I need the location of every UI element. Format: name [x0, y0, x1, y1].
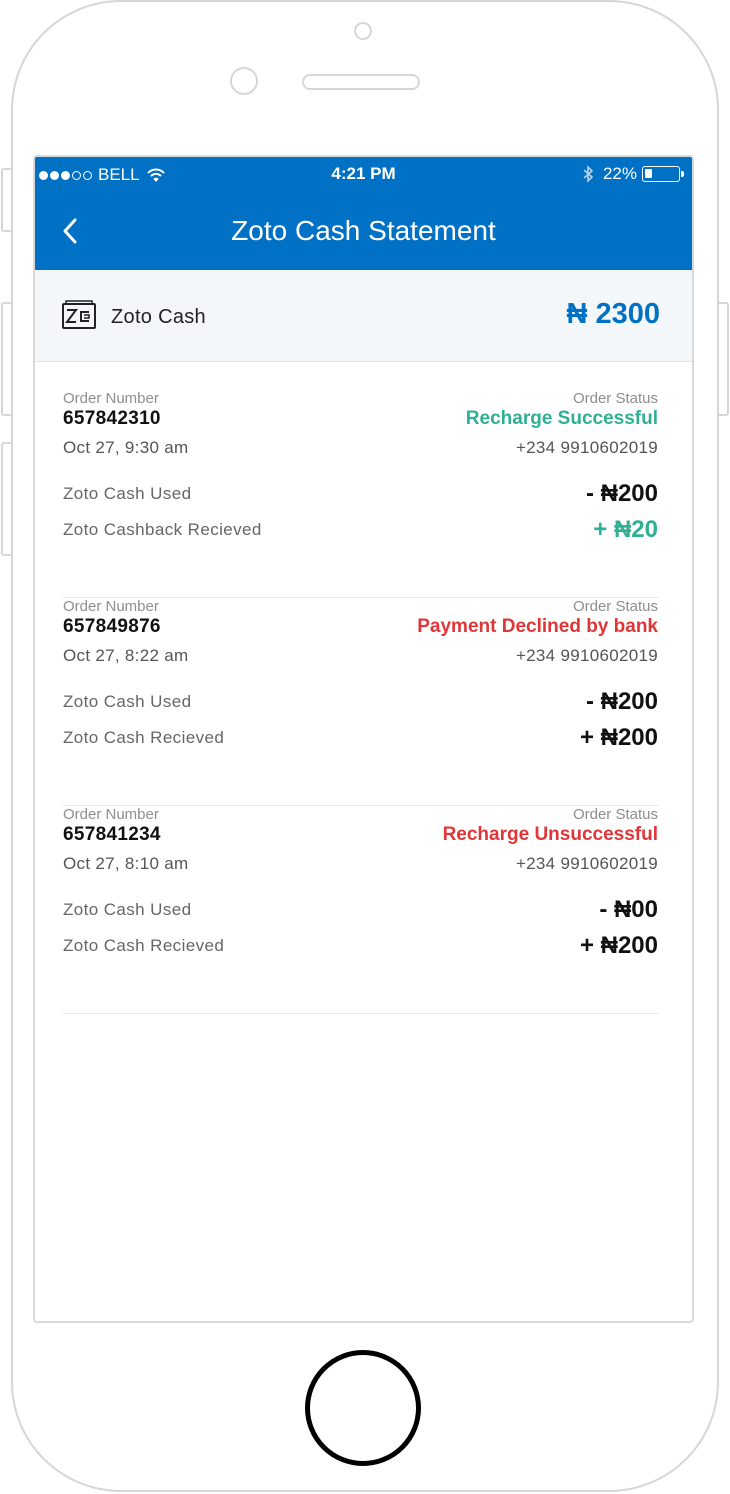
- battery-percent: 22%: [602, 164, 637, 183]
- cash-used-amount: - ₦00: [599, 896, 658, 923]
- cash-used-amount: - ₦200: [585, 688, 658, 715]
- cash-used-amount: - ₦200: [585, 480, 658, 507]
- order-number: 657849876: [63, 616, 161, 637]
- front-camera-icon: [230, 67, 258, 95]
- cash-received-label: Zoto Cash Recieved: [63, 936, 225, 955]
- order-number: 657842310: [63, 408, 161, 429]
- page-title: Zoto Cash Statement: [231, 215, 496, 246]
- balance-amount: ₦ 2300: [566, 298, 660, 330]
- order-number-label: Order Number: [63, 598, 159, 615]
- order-card[interactable]: Order Number Order Status 657841234 Rech…: [63, 806, 658, 1014]
- balance-label: Zoto Cash: [111, 306, 206, 328]
- battery-icon: [642, 166, 684, 182]
- cash-used-label: Zoto Cash Used: [63, 692, 192, 711]
- order-card[interactable]: Order Number Order Status 657849876 Paym…: [63, 598, 658, 806]
- order-phone: +234 9910602019: [515, 646, 658, 665]
- bluetooth-icon: [583, 165, 594, 183]
- app-screen: BELL 4:21 PM 22% Zoto Cash Statement Zot…: [33, 155, 694, 1323]
- order-number: 657841234: [63, 824, 161, 845]
- order-phone: +234 9910602019: [515, 438, 658, 457]
- cash-received-amount: + ₦200: [579, 724, 658, 751]
- status-right: 22%: [582, 164, 684, 184]
- order-status: Payment Declined by bank: [417, 616, 658, 637]
- order-number-label: Order Number: [63, 390, 159, 407]
- cash-used-label: Zoto Cash Used: [63, 484, 192, 503]
- cash-received-label: Zoto Cash Recieved: [63, 728, 225, 747]
- camera-icon: [354, 22, 372, 40]
- order-status: Recharge Successful: [465, 408, 658, 429]
- zoto-cash-wallet-icon: [62, 300, 96, 329]
- order-date: Oct 27, 8:22 am: [63, 646, 189, 665]
- nav-bar: Zoto Cash Statement: [35, 191, 692, 270]
- order-status-label: Order Status: [572, 598, 658, 615]
- order-status-label: Order Status: [572, 390, 658, 407]
- zoto-cash-balance: Zoto Cash ₦ 2300: [35, 270, 692, 362]
- cash-used-label: Zoto Cash Used: [63, 900, 192, 919]
- order-card[interactable]: Order Number Order Status 657842310 Rech…: [63, 390, 658, 598]
- cash-received-label: Zoto Cashback Recieved: [63, 520, 262, 539]
- order-date: Oct 27, 8:10 am: [63, 854, 189, 873]
- speaker-grille: [302, 74, 420, 90]
- order-date: Oct 27, 9:30 am: [63, 438, 189, 457]
- order-number-label: Order Number: [63, 806, 159, 823]
- order-status-label: Order Status: [572, 806, 658, 823]
- cash-received-amount: + ₦20: [593, 516, 658, 543]
- order-status: Recharge Unsuccessful: [442, 824, 658, 845]
- cash-received-amount: + ₦200: [579, 932, 658, 959]
- status-bar: BELL 4:21 PM 22%: [35, 157, 692, 191]
- home-button[interactable]: [305, 1350, 421, 1466]
- order-phone: +234 9910602019: [515, 854, 658, 873]
